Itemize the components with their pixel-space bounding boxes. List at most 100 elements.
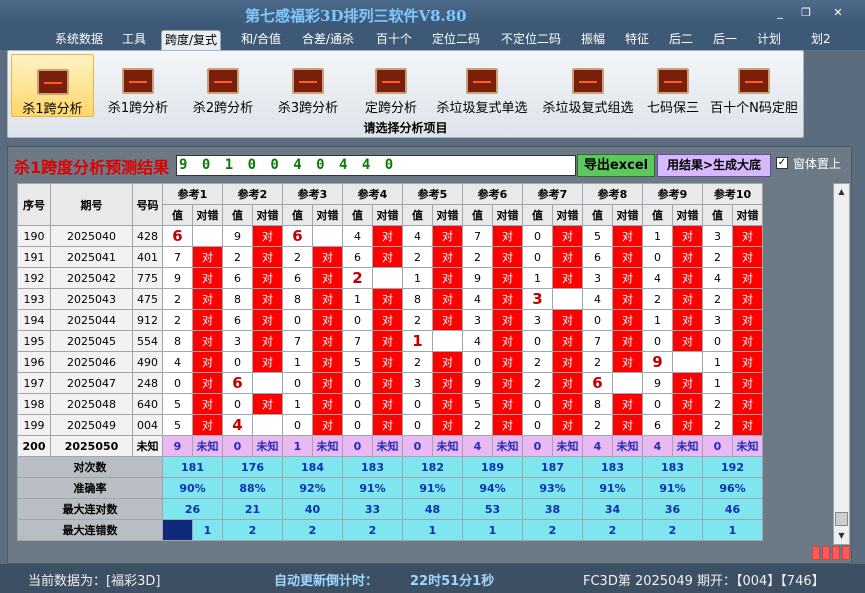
stat-value: 21 [222, 498, 283, 520]
close-button[interactable]: ✕ [828, 6, 848, 20]
menu-feature[interactable]: 特征 [622, 30, 652, 50]
row-value: 9 [462, 267, 493, 289]
row-ok-cell: 对 [252, 225, 283, 247]
menu-plan[interactable]: 计划 [754, 30, 784, 50]
row-number: 248 [132, 372, 163, 394]
row-value: 2 [702, 393, 733, 415]
row-value: 0 [402, 435, 433, 457]
result-value-field[interactable]: 9 0 1 0 0 4 0 4 4 0 [176, 155, 576, 176]
row-value: 2 [522, 372, 553, 394]
table-row[interactable]: 193 2025043 475 2 对 8 对 8 对 1 对 8 对 4 对 3 4 对 2 对 2 对 [17, 288, 763, 310]
table-row[interactable]: 195 2025045 554 8 对 3 对 7 对 7 对 1 4 对 0 对 7 对 0 对 0 对 [17, 330, 763, 352]
stat-value: 1 [402, 519, 463, 541]
row-ok-cell: 对 [552, 309, 583, 331]
menu-span-compound[interactable]: 跨度/复式 [161, 30, 222, 50]
table-row[interactable]: 198 2025048 640 5 对 0 对 1 对 0 对 0 对 5 对 0 对 8 对 0 对 2 对 [17, 393, 763, 415]
stat-value: 53 [462, 498, 523, 520]
row-status: 未知 [432, 435, 463, 457]
row-value: 0 [462, 351, 493, 373]
scroll-down-icon[interactable]: ▼ [834, 528, 849, 544]
row-seq: 194 [17, 309, 51, 331]
row-ok-cell: 对 [192, 393, 223, 415]
row-value: 9 [162, 267, 193, 289]
row-ok-cell: 对 [672, 225, 703, 247]
title-bar: 第七感福彩3D排列三软件V8.80 _ ❐ ✕ [0, 0, 865, 28]
row-value: 4 [582, 435, 613, 457]
table-row[interactable]: 199 2025049 004 5 对 4 0 对 0 对 0 对 2 对 0 对 2 对 6 对 2 对 [17, 414, 763, 436]
row-ok-cell: 对 [552, 246, 583, 268]
table-row[interactable]: 190 2025040 428 6 9 对 6 4 对 4 对 7 对 0 对 5 对 1 对 3 对 [17, 225, 763, 247]
menu-positions[interactable]: 百十个 [373, 30, 415, 50]
row-ok-cell: 对 [252, 309, 283, 331]
pin-window-checkbox[interactable]: ✓ [776, 157, 788, 169]
row-ok-cell: 对 [192, 246, 223, 268]
row-value: 8 [222, 288, 253, 310]
row-value: 0 [342, 309, 373, 331]
generate-base-button[interactable]: 用结果>生成大底 [657, 154, 771, 177]
row-issue: 2025048 [50, 393, 133, 415]
menu-amplitude[interactable]: 振幅 [578, 30, 608, 50]
table-row[interactable]: 197 2025047 248 0 对 6 0 对 0 对 3 对 9 对 2 对 6 9 对 1 对 [17, 372, 763, 394]
menu-last-two[interactable]: 后二 [666, 30, 696, 50]
menu-tools[interactable]: 工具 [119, 30, 149, 50]
menu-sum[interactable]: 和/合值 [238, 30, 284, 50]
row-value: 1 [522, 267, 553, 289]
export-excel-button[interactable]: 导出excel [577, 154, 655, 177]
subheader-ok: 对错 [552, 204, 583, 226]
status-bar: 当前数据为：[福彩3D] 自动更新倒计时： 22时51分1秒 FC3D第 202… [0, 564, 865, 593]
row-ok-cell: 对 [372, 372, 403, 394]
scroll-up-icon[interactable]: ▲ [834, 184, 849, 200]
stat-value: 183 [642, 456, 703, 478]
row-ok-cell: 对 [492, 267, 523, 289]
row-miss-cell [252, 414, 283, 436]
row-ok-cell: 对 [252, 267, 283, 289]
row-ok-cell: 对 [312, 414, 343, 436]
row-value: 6 [222, 372, 253, 394]
row-value: 9 [642, 372, 673, 394]
row-value: 6 [582, 246, 613, 268]
ribbon-fixed-span[interactable]: 定跨分析 [351, 54, 431, 117]
menu-last-one[interactable]: 后一 [710, 30, 740, 50]
chart-icon [572, 68, 604, 94]
row-ok-cell: 对 [732, 225, 763, 247]
row-ok-cell: 对 [672, 372, 703, 394]
ribbon-n-code[interactable]: 百十个N码定胆 [706, 54, 802, 117]
row-ok-cell: 对 [312, 309, 343, 331]
table-row[interactable]: 192 2025042 775 9 对 6 对 6 对 2 1 对 9 对 1 对 3 对 4 对 4 对 [17, 267, 763, 289]
table-row-pending[interactable]: 200 2025050 未知 9 未知 0 未知 1 未知 0 未知 0 未知 4 未知 0 未知 4 未知 4 未知 0… [17, 435, 763, 457]
stat-value: 183 [582, 456, 643, 478]
menu-diff[interactable]: 合差/通杀 [299, 30, 357, 50]
chart-icon [122, 68, 154, 94]
menu-system-data[interactable]: 系统数据 [52, 30, 106, 50]
countdown-label: 自动更新倒计时： [274, 574, 379, 589]
row-miss-cell [192, 225, 223, 247]
table-row[interactable]: 191 2025041 401 7 对 2 对 2 对 6 对 2 对 2 对 0 对 6 对 0 对 2 对 [17, 246, 763, 268]
row-value: 1 [702, 351, 733, 373]
row-ok-cell: 对 [492, 288, 523, 310]
vertical-scrollbar[interactable]: ▲ ▼ [833, 183, 850, 545]
menu-plan2[interactable]: 划2 [808, 30, 834, 50]
ribbon-seven-code[interactable]: 七码保三 [642, 54, 704, 117]
menu-fixed-two[interactable]: 定位二码 [429, 30, 483, 50]
chart-icon [466, 68, 498, 94]
ribbon-junk-single[interactable]: 杀垃圾复式单选 [430, 54, 534, 117]
ribbon-kill1-span[interactable]: 杀1跨分析 [98, 54, 178, 117]
ribbon-kill2-span[interactable]: 杀2跨分析 [183, 54, 263, 117]
row-value: 2 [402, 246, 433, 268]
scroll-thumb[interactable] [835, 512, 848, 526]
ribbon-kill1-span-selected[interactable]: 杀1跨分析 [11, 54, 94, 117]
minimize-button[interactable]: _ [770, 6, 790, 20]
table-row[interactable]: 194 2025044 912 2 对 6 对 0 对 0 对 2 对 3 对 3 对 0 对 1 对 3 对 [17, 309, 763, 331]
row-ok-cell: 对 [672, 288, 703, 310]
menu-unfixed-two[interactable]: 不定位二码 [498, 30, 564, 50]
table-row[interactable]: 196 2025046 490 4 对 0 对 1 对 5 对 2 对 0 对 2 对 2 对 9 1 对 [17, 351, 763, 373]
row-seq: 197 [17, 372, 51, 394]
ribbon-kill3-span[interactable]: 杀3跨分析 [268, 54, 348, 117]
maximize-button[interactable]: ❐ [796, 6, 816, 20]
ribbon-junk-group[interactable]: 杀垃圾复式组选 [536, 54, 640, 117]
row-status: 未知 [492, 435, 523, 457]
row-status: 未知 [732, 435, 763, 457]
row-seq: 190 [17, 225, 51, 247]
ribbon-caption: 请选择分析项目 [363, 121, 448, 135]
row-value: 0 [282, 309, 313, 331]
